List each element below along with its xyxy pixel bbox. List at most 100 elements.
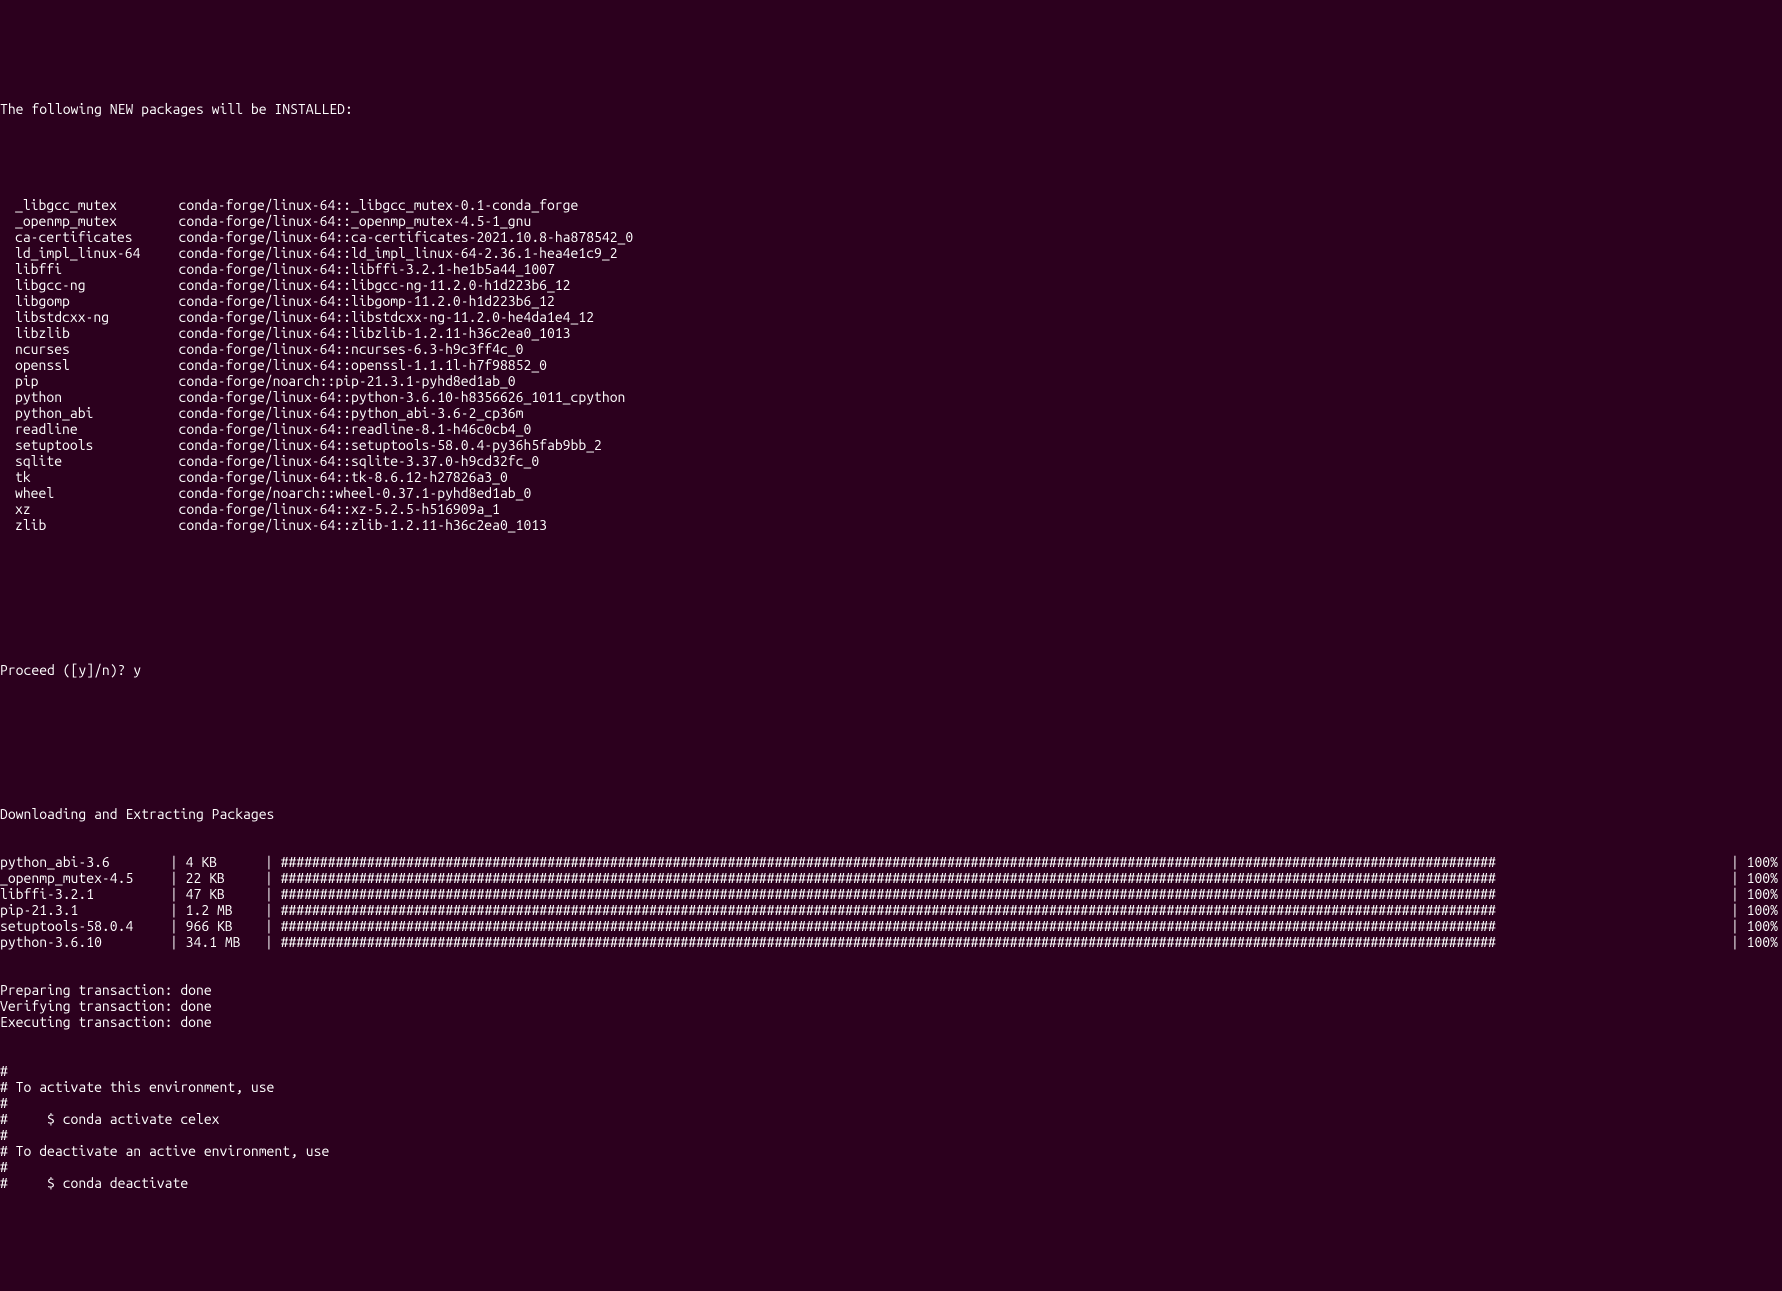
package-name: _openmp_mutex bbox=[0, 213, 155, 229]
download-name: python-3.6.10 bbox=[0, 934, 170, 950]
progress-bar: ########################################… bbox=[281, 870, 1722, 886]
blank-line bbox=[0, 149, 1782, 165]
package-row: xz conda-forge/linux-64::xz-5.2.5-h51690… bbox=[0, 501, 1782, 517]
comment-line: # bbox=[0, 1063, 1782, 1079]
package-name: ca-certificates bbox=[0, 229, 155, 245]
package-name: tk bbox=[0, 469, 155, 485]
package-row: libffi conda-forge/linux-64::libffi-3.2.… bbox=[0, 261, 1782, 277]
package-spec: conda-forge/linux-64::python_abi-3.6-2_c… bbox=[155, 405, 523, 421]
download-size: | 34.1 MB bbox=[170, 934, 265, 950]
download-name: python_abi-3.6 bbox=[0, 854, 170, 870]
blank-line bbox=[0, 613, 1782, 629]
package-spec: conda-forge/noarch::pip-21.3.1-pyhd8ed1a… bbox=[155, 373, 516, 389]
package-row: wheel conda-forge/noarch::wheel-0.37.1-p… bbox=[0, 485, 1782, 501]
comment-line: # bbox=[0, 1159, 1782, 1175]
download-percent: | 100% bbox=[1722, 854, 1782, 870]
downloads-list: python_abi-3.6| 4 KB| ##################… bbox=[0, 854, 1782, 950]
progress-bar: ########################################… bbox=[281, 886, 1722, 902]
download-name: libffi-3.2.1 bbox=[0, 886, 170, 902]
download-row: pip-21.3.1| 1.2 MB| ####################… bbox=[0, 902, 1782, 918]
install-header: The following NEW packages will be INSTA… bbox=[0, 101, 1782, 117]
download-row: libffi-3.2.1| 47 KB| ###################… bbox=[0, 886, 1782, 902]
download-size: | 966 KB bbox=[170, 918, 265, 934]
package-spec: conda-forge/linux-64::setuptools-58.0.4-… bbox=[155, 437, 602, 453]
blank-line bbox=[0, 758, 1782, 774]
pipe-separator: | bbox=[265, 870, 281, 886]
download-size: | 4 KB bbox=[170, 854, 265, 870]
transaction-status: Executing transaction: done bbox=[0, 1014, 1782, 1030]
package-spec: conda-forge/linux-64::libgcc-ng-11.2.0-h… bbox=[155, 277, 571, 293]
download-row: python-3.6.10| 34.1 MB| ################… bbox=[0, 934, 1782, 950]
downloading-header: Downloading and Extracting Packages bbox=[0, 806, 1782, 822]
package-row: readline conda-forge/linux-64::readline-… bbox=[0, 421, 1782, 437]
proceed-prompt: Proceed ([y]/n)? y bbox=[0, 662, 1782, 678]
package-row: openssl conda-forge/linux-64::openssl-1.… bbox=[0, 357, 1782, 373]
package-row: ca-certificates conda-forge/linux-64::ca… bbox=[0, 229, 1782, 245]
package-row: python conda-forge/linux-64::python-3.6.… bbox=[0, 389, 1782, 405]
download-percent: | 100% bbox=[1722, 870, 1782, 886]
package-spec: conda-forge/linux-64::libgomp-11.2.0-h1d… bbox=[155, 293, 555, 309]
package-row: libzlib conda-forge/linux-64::libzlib-1.… bbox=[0, 325, 1782, 341]
comment-line: # To activate this environment, use bbox=[0, 1079, 1782, 1095]
comment-line: # bbox=[0, 1095, 1782, 1111]
blank-line bbox=[0, 710, 1782, 726]
blank-line bbox=[0, 565, 1782, 581]
transactions-list: Preparing transaction: doneVerifying tra… bbox=[0, 982, 1782, 1030]
pipe-separator: | bbox=[265, 902, 281, 918]
package-spec: conda-forge/linux-64::_openmp_mutex-4.5-… bbox=[155, 213, 531, 229]
comment-line: # bbox=[0, 1127, 1782, 1143]
package-name: ncurses bbox=[0, 341, 155, 357]
package-row: libstdcxx-ng conda-forge/linux-64::libst… bbox=[0, 309, 1782, 325]
package-spec: conda-forge/linux-64::_libgcc_mutex-0.1-… bbox=[155, 197, 578, 213]
download-name: setuptools-58.0.4 bbox=[0, 918, 170, 934]
package-name: libgcc-ng bbox=[0, 277, 155, 293]
package-name: _libgcc_mutex bbox=[0, 197, 155, 213]
package-spec: conda-forge/linux-64::zlib-1.2.11-h36c2e… bbox=[155, 517, 547, 533]
package-name: libffi bbox=[0, 261, 155, 277]
comment-line: # $ conda deactivate bbox=[0, 1175, 1782, 1191]
package-name: wheel bbox=[0, 485, 155, 501]
package-row: ld_impl_linux-64 conda-forge/linux-64::l… bbox=[0, 245, 1782, 261]
package-name: libzlib bbox=[0, 325, 155, 341]
download-row: _openmp_mutex-4.5| 22 KB| ##############… bbox=[0, 870, 1782, 886]
progress-bar: ########################################… bbox=[281, 918, 1722, 934]
pipe-separator: | bbox=[265, 886, 281, 902]
comment-line: # To deactivate an active environment, u… bbox=[0, 1143, 1782, 1159]
download-percent: | 100% bbox=[1722, 902, 1782, 918]
package-spec: conda-forge/linux-64::readline-8.1-h46c0… bbox=[155, 421, 531, 437]
package-row: _libgcc_mutex conda-forge/linux-64::_lib… bbox=[0, 197, 1782, 213]
transaction-status: Verifying transaction: done bbox=[0, 998, 1782, 1014]
download-row: setuptools-58.0.4| 966 KB| #############… bbox=[0, 918, 1782, 934]
package-spec: conda-forge/linux-64::sqlite-3.37.0-h9cd… bbox=[155, 453, 539, 469]
package-spec: conda-forge/linux-64::xz-5.2.5-h516909a_… bbox=[155, 501, 500, 517]
package-row: _openmp_mutex conda-forge/linux-64::_ope… bbox=[0, 213, 1782, 229]
package-spec: conda-forge/linux-64::openssl-1.1.1l-h7f… bbox=[155, 357, 547, 373]
package-name: setuptools bbox=[0, 437, 155, 453]
package-row: pip conda-forge/noarch::pip-21.3.1-pyhd8… bbox=[0, 373, 1782, 389]
terminal-output[interactable]: The following NEW packages will be INSTA… bbox=[0, 68, 1782, 1206]
package-spec: conda-forge/linux-64::ld_impl_linux-64-2… bbox=[155, 245, 618, 261]
package-row: tk conda-forge/linux-64::tk-8.6.12-h2782… bbox=[0, 469, 1782, 485]
package-spec: conda-forge/linux-64::python-3.6.10-h835… bbox=[155, 389, 625, 405]
pipe-separator: | bbox=[265, 854, 281, 870]
package-row: libgomp conda-forge/linux-64::libgomp-11… bbox=[0, 293, 1782, 309]
package-name: pip bbox=[0, 373, 155, 389]
package-name: xz bbox=[0, 501, 155, 517]
package-spec: conda-forge/linux-64::ncurses-6.3-h9c3ff… bbox=[155, 341, 523, 357]
package-spec: conda-forge/linux-64::libzlib-1.2.11-h36… bbox=[155, 325, 571, 341]
package-name: zlib bbox=[0, 517, 155, 533]
download-percent: | 100% bbox=[1722, 886, 1782, 902]
progress-bar: ########################################… bbox=[281, 934, 1722, 950]
package-name: sqlite bbox=[0, 453, 155, 469]
packages-list: _libgcc_mutex conda-forge/linux-64::_lib… bbox=[0, 197, 1782, 533]
package-row: setuptools conda-forge/linux-64::setupto… bbox=[0, 437, 1782, 453]
download-percent: | 100% bbox=[1722, 934, 1782, 950]
package-spec: conda-forge/linux-64::tk-8.6.12-h27826a3… bbox=[155, 469, 508, 485]
download-row: python_abi-3.6| 4 KB| ##################… bbox=[0, 854, 1782, 870]
package-row: python_abi conda-forge/linux-64::python_… bbox=[0, 405, 1782, 421]
download-size: | 1.2 MB bbox=[170, 902, 265, 918]
package-name: ld_impl_linux-64 bbox=[0, 245, 155, 261]
package-row: libgcc-ng conda-forge/linux-64::libgcc-n… bbox=[0, 277, 1782, 293]
package-row: ncurses conda-forge/linux-64::ncurses-6.… bbox=[0, 341, 1782, 357]
pipe-separator: | bbox=[265, 934, 281, 950]
